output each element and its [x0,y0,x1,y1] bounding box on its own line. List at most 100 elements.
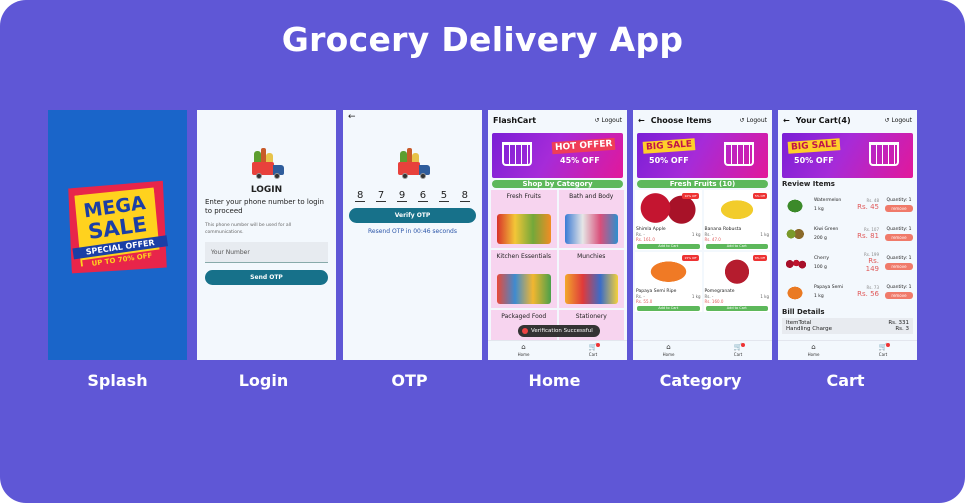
cart-item-count: Quantity: 1 [886,255,912,261]
logout-label: Logout [601,116,622,124]
remove-button[interactable]: remove [885,291,913,299]
toast-text: Verification Successful [531,328,593,334]
nav-cart[interactable]: 🛒 Cart [733,343,746,357]
cart-icon: 🛒 [733,343,746,351]
product-image: 10% Off [636,191,701,225]
cart-item-name: Cherry [814,255,830,261]
offer-banner[interactable]: HOT OFFER 45% OFF [492,133,623,178]
cart-item-count: Quantity: 1 [886,197,912,203]
nav-home-label: Home [807,352,820,357]
nav-home[interactable]: ⌂ Home [662,343,675,358]
nav-home[interactable]: ⌂ Home [807,343,820,358]
remove-button[interactable]: remove [885,262,913,270]
verify-otp-button[interactable]: Verify OTP [349,208,476,223]
category-card[interactable]: Munchies [558,250,624,308]
add-to-cart-button[interactable]: Add to Cart [705,244,768,249]
logout-button[interactable]: ↺ Logout [884,117,912,124]
banner-percent: 45% OFF [560,156,600,165]
home-icon: ⌂ [811,343,816,351]
shopping-cart-icon [502,142,532,166]
home-icon: ⌂ [521,343,526,351]
remove-button[interactable]: remove [885,233,913,241]
otp-digit[interactable]: 5 [438,190,450,202]
bill-label: Handling Charge [786,326,833,332]
category-label: Packaged Food [501,313,547,320]
offer-banner[interactable]: BIG SALE 50% OFF [637,133,768,178]
category-card[interactable]: Kitchen Essentials [491,250,557,308]
app-icon [522,328,528,334]
product-image: 8% Off [704,253,769,287]
category-label: Munchies [577,253,606,260]
otp-digit[interactable]: 8 [459,190,470,202]
otp-digit[interactable]: 7 [375,190,387,202]
home-icon: ⌂ [666,343,671,351]
otp-digit[interactable]: 9 [396,190,408,202]
category-card[interactable]: Bath and Body [558,190,624,248]
item-grid: 10% Off Shimla Apple Rs. -1 kg Rs. 161.0… [635,190,770,312]
product-card[interactable]: 10% Off Shimla Apple Rs. -1 kg Rs. 161.0… [635,190,702,250]
splash-screen: MEGA SALE SPECIAL OFFER UP TO 70% OFF [48,110,187,360]
nav-cart[interactable]: 🛒 Cart [588,343,601,357]
logout-label: Logout [746,116,767,124]
nav-home-label: Home [662,352,675,357]
nav-cart-label: Cart [733,352,743,357]
product-card[interactable]: 8% Off Pomegranate Rs. -1 kg Rs. 160.0 A… [703,252,770,312]
logout-label: Logout [891,116,912,124]
bill-details-heading: Bill Details [782,308,825,316]
delivery-truck-logo [394,148,432,180]
cart-item-count: Quantity: 1 [886,226,912,232]
product-qty: 1 kg [691,232,701,237]
category-label: Bath and Body [569,193,614,200]
nav-home[interactable]: ⌂ Home [518,343,530,358]
back-arrow-icon[interactable]: ← [638,116,645,125]
product-card[interactable]: 5% Off Banana Robusta Rs. -1 kg Rs. 47.0… [703,190,770,250]
logout-icon: ↺ [739,116,745,124]
home-screen: FlashCart ↺ Logout HOT OFFER 45% OFF Shop… [488,110,627,360]
login-note: This phone number will be used for all c… [205,223,292,235]
product-card[interactable]: 15% Off Papaya Semi Ripe Rs. -1 kg Rs. 5… [635,252,702,312]
resend-otp-text[interactable]: Resend OTP in 00:46 seconds [343,228,482,235]
add-to-cart-button[interactable]: Add to Cart [637,306,700,311]
caption-cart: Cart [826,371,865,390]
back-arrow-icon[interactable]: ← [348,112,356,122]
cart-item-qty: 1 kg [814,206,824,212]
shopping-cart-icon [869,142,899,166]
otp-digit[interactable]: 6 [417,190,429,202]
back-arrow-icon[interactable]: ← [783,116,790,125]
banner-percent: 50% OFF [649,156,689,165]
otp-screen: ← 8 7 9 6 5 8 Verify OTP Resend OTP in 0… [343,110,482,360]
cart-item-count: Quantity: 1 [886,284,912,290]
category-label: Kitchen Essentials [496,253,551,260]
logout-button[interactable]: ↺ Logout [594,117,622,124]
nav-cart[interactable]: 🛒 Cart [878,343,891,357]
caption-category: Category [659,371,742,390]
offer-banner[interactable]: BIG SALE 50% OFF [782,133,913,178]
discount-badge: 8% Off [752,255,767,261]
remove-button[interactable]: remove [885,204,913,212]
discount-badge: 15% Off [682,255,699,261]
bottom-nav: ⌂ Home 🛒 Cart [488,340,627,360]
product-price: Rs. 160.0 [704,299,724,304]
product-price: Rs. 55.0 [636,299,653,304]
nav-cart-label: Cart [878,352,888,357]
otp-digit[interactable]: 8 [355,190,366,202]
banner-label: HOT OFFER [551,137,616,155]
product-price: Rs. 161.0 [636,237,655,242]
phone-number-placeholder: Your Number [211,249,250,256]
add-to-cart-button[interactable]: Add to Cart [637,244,700,249]
logout-button[interactable]: ↺ Logout [739,117,767,124]
category-card[interactable]: Fresh Fruits [491,190,557,248]
home-header: FlashCart ↺ Logout [488,110,627,130]
cart-item-price: Rs. 56 [857,290,879,298]
bottom-nav: ⌂ Home 🛒 Cart [633,340,772,360]
cart-item-price: Rs. 45 [857,203,879,211]
logout-icon: ↺ [884,116,890,124]
product-image [782,194,808,215]
add-to-cart-button[interactable]: Add to Cart [705,306,768,311]
send-otp-button[interactable]: Send OTP [205,270,328,285]
bill-value: Rs. 3 [895,326,909,332]
phone-number-input[interactable]: Your Number [205,242,328,263]
review-items-heading: Review Items [782,180,835,188]
section-title: Shop by Category [492,180,623,188]
cart-icon: 🛒 [588,343,601,351]
